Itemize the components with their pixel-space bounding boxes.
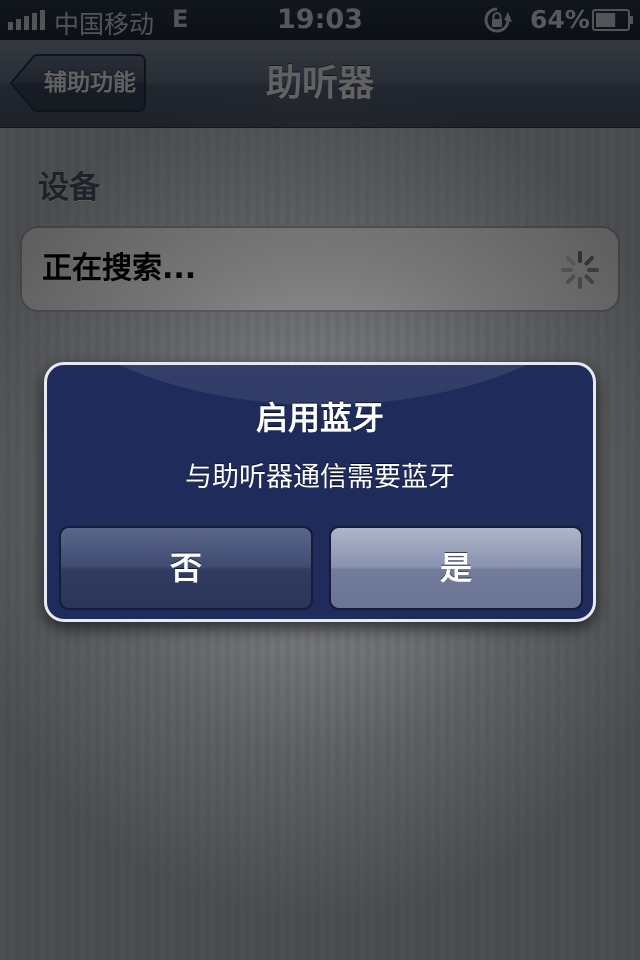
alert-message: 与助听器通信需要蓝牙 xyxy=(185,462,455,493)
rotation-lock-icon xyxy=(484,7,512,33)
back-button-label: 辅助功能 xyxy=(44,70,136,96)
alert-dialog: 启用蓝牙 与助听器通信需要蓝牙 否 是 xyxy=(44,362,596,622)
device-list-group: 正在搜索... xyxy=(20,226,620,312)
alert-no-button[interactable]: 否 xyxy=(59,526,313,610)
searching-status: 正在搜索... xyxy=(42,251,197,286)
page-title: 助听器 xyxy=(265,63,374,104)
battery-icon xyxy=(592,9,633,31)
network-type: E xyxy=(172,5,189,33)
section-header-devices: 设备 xyxy=(38,170,100,206)
alert-yes-button[interactable]: 是 xyxy=(329,526,583,610)
battery-fill xyxy=(596,13,616,27)
activity-spinner-icon xyxy=(561,251,599,289)
back-button[interactable]: 辅助功能 xyxy=(10,54,146,112)
battery-percentage: 64% xyxy=(530,5,590,34)
navigation-bar: 辅助功能 助听器 xyxy=(0,40,640,128)
signal-strength-icon xyxy=(8,10,45,30)
alert-title: 启用蓝牙 xyxy=(255,399,384,437)
status-bar: 中国移动 E 19:03 64% xyxy=(0,0,640,40)
screen: 中国移动 E 19:03 64% 辅助功能 助听器 设备 正在搜索... 启用蓝… xyxy=(0,0,640,960)
carrier-name: 中国移动 xyxy=(54,10,155,39)
